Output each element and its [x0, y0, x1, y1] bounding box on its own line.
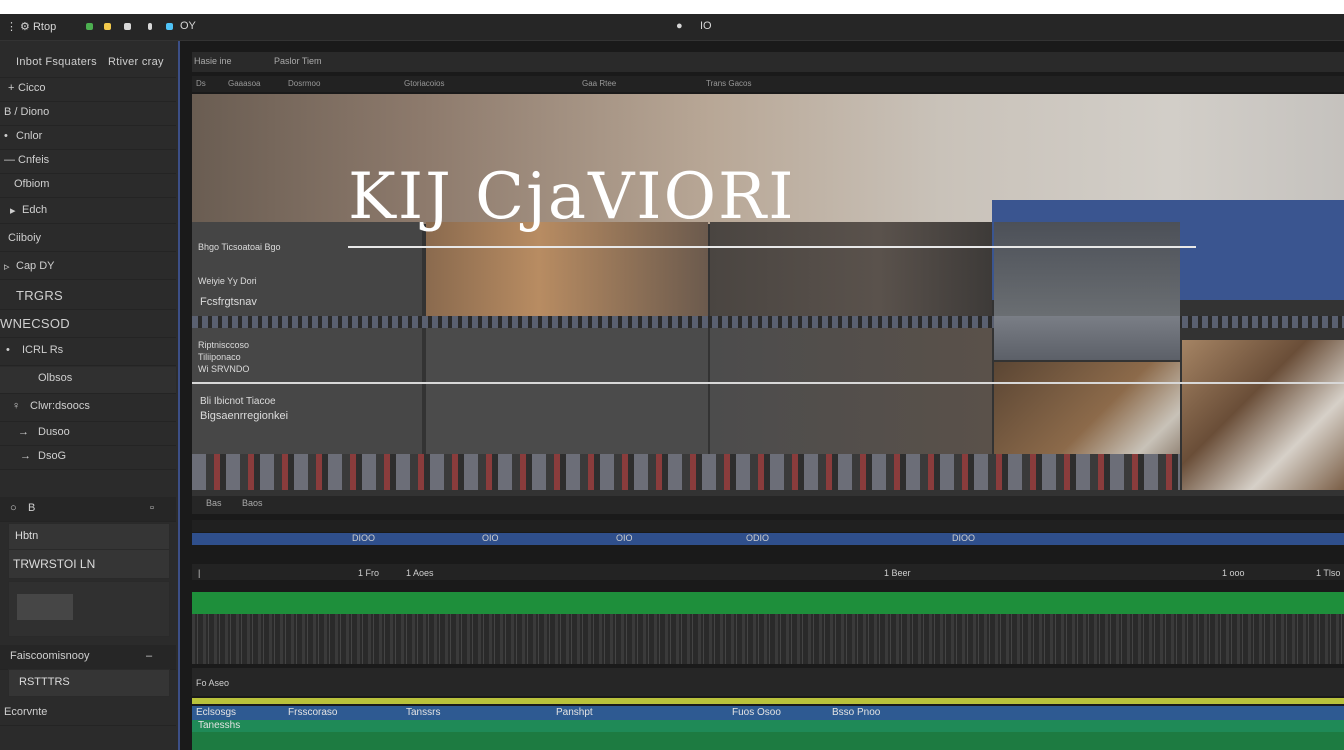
- audio-track[interactable]: [192, 592, 1344, 614]
- panel2-footer: Faiscoomisnooy –: [0, 645, 176, 670]
- ruler-marker: 1 Tlso: [1316, 568, 1341, 578]
- sidebar-item[interactable]: → DsoG: [0, 445, 176, 470]
- sub-tab[interactable]: Gtoriacoios: [404, 79, 444, 88]
- sub-tab[interactable]: Ds: [196, 79, 206, 88]
- lower-ruler-label: Fo Aseo: [196, 678, 230, 688]
- clip-meta: Bli Ibicnot Tiacoe: [200, 396, 276, 407]
- sidebar-item[interactable]: — Cnfeis: [0, 149, 176, 174]
- sidebar-item[interactable]: ▹ Cap DY: [0, 255, 176, 280]
- lane-track[interactable]: [192, 732, 1344, 750]
- track-marker: OIO: [482, 533, 499, 543]
- track-marker: OIO: [616, 533, 633, 543]
- clip-meta: Riptnisccoso: [198, 340, 250, 350]
- sidebar-item[interactable]: ▸ Edch: [0, 199, 176, 224]
- panel2-footer3[interactable]: Ecorvnte: [0, 701, 176, 726]
- viewer-tab[interactable]: Paslor Tiem: [274, 56, 322, 66]
- clip-meta: Weiyie Yy Dori: [198, 276, 257, 286]
- preview-thumbnail: [17, 594, 73, 620]
- video-track[interactable]: DIOO OIO OIO ODIO DIOO: [192, 533, 1344, 545]
- bar-icon[interactable]: [148, 23, 152, 30]
- square-icon[interactable]: ▫: [150, 502, 154, 514]
- title-right-label: IO: [700, 20, 712, 32]
- sidebar-item[interactable]: Ciiboiy: [0, 227, 176, 252]
- window-icon[interactable]: [124, 23, 131, 30]
- circle-icon[interactable]: ○: [10, 502, 17, 514]
- track-marker: DIOO: [952, 533, 976, 543]
- dash-icon[interactable]: –: [146, 650, 152, 662]
- timeline-ruler[interactable]: | 1 Fro 1 Aoes 1 Beer 1 ooo 1 Tlso: [192, 564, 1344, 580]
- sidebar-header-left: Inbot Fsquaters: [16, 56, 97, 68]
- status-dot-yellow-icon: [104, 23, 111, 30]
- clip-meta: Bhgo Ticsoatoai Bgo: [198, 242, 281, 252]
- title-track[interactable]: [192, 698, 1344, 704]
- viewer-subtabs: Ds Gaaasoa Dosrmoo Gtoriacoios Gaa Rtee …: [192, 76, 1344, 92]
- sidebar-header: Inbot Fsquaters Rtiver cray: [0, 51, 176, 78]
- clip-meta: Tiliiponaco: [198, 352, 241, 362]
- sub-tab[interactable]: Dosrmoo: [288, 79, 320, 88]
- sidebar-item[interactable]: • Cnlor: [0, 125, 176, 150]
- lane-track[interactable]: Tanesshs: [192, 720, 1344, 732]
- clip-thumbnail[interactable]: [994, 316, 1180, 360]
- system-menubar: [0, 0, 1344, 14]
- sidebar: Inbot Fsquaters Rtiver cray + Cicco B / …: [0, 41, 180, 750]
- app-titlebar: ⋮ ⚙ Rtop OY ● IO: [0, 14, 1344, 41]
- clip-meta: Fcsfrgtsnav: [200, 296, 257, 308]
- clip-thumbnail[interactable]: [994, 222, 1180, 316]
- overlay-title: KIJ CjaVIORI: [348, 160, 796, 234]
- sidebar-item[interactable]: • ICRL Rs: [0, 339, 176, 366]
- panel2-subtitle-block: TRWRSTOI LN: [8, 549, 170, 579]
- track-marker: DIOO: [352, 533, 376, 543]
- track-marker: ODIO: [746, 533, 770, 543]
- panel2-title-block: Hbtn: [8, 523, 170, 551]
- sidebar-section[interactable]: TRGRS: [0, 283, 176, 310]
- playhead-line[interactable]: [192, 382, 1344, 384]
- panel2-footer-block: RSTTTRS: [8, 669, 170, 697]
- sidebar-item[interactable]: B / Diono: [0, 101, 176, 126]
- sidebar-section[interactable]: WNECSOD: [0, 311, 176, 338]
- ruler-marker: 1 Beer: [884, 568, 911, 578]
- viewer-header: Hasie ine Paslor Tiem: [192, 52, 1344, 72]
- filmstrip: [192, 454, 1180, 490]
- video-viewer[interactable]: Bhgo Ticsoatoai Bgo Weiyie Yy Dori Fcsfr…: [192, 94, 1344, 496]
- ruler-marker: 1 ooo: [1222, 568, 1245, 578]
- sub-tab[interactable]: Gaaasoa: [228, 79, 260, 88]
- timeline-tab[interactable]: Baos: [242, 498, 263, 508]
- sidebar-item[interactable]: Olbsos: [0, 367, 176, 394]
- clip-thumbnail[interactable]: [710, 222, 992, 316]
- timeline-toolbar: Bas Baos: [192, 496, 1344, 514]
- clip-meta: Bigsaenrregionkei: [200, 410, 289, 422]
- app-menu[interactable]: ⋮ ⚙ Rtop: [6, 20, 56, 33]
- panel2-preview: [8, 581, 170, 637]
- sub-tab[interactable]: Trans Gacos: [706, 79, 752, 88]
- ruler-marker: 1 Fro: [358, 568, 380, 578]
- panel2-header: ○ B ▫: [0, 497, 176, 522]
- sidebar-item[interactable]: Ofbiom: [0, 173, 176, 198]
- ruler-marker: 1 Aoes: [406, 568, 434, 578]
- lane-track[interactable]: Eclsosgs Frsscoraso Tanssrs Panshpt Fuos…: [192, 706, 1344, 720]
- clip-thumbnail[interactable]: [426, 328, 708, 454]
- title-mid-label: OY: [180, 20, 196, 32]
- status-dot-green-icon: [86, 23, 93, 30]
- timeline-lower-ruler[interactable]: Fo Aseo: [192, 668, 1344, 696]
- timeline-ruler[interactable]: [192, 520, 1344, 532]
- sidebar-header-right: Rtiver cray: [108, 56, 164, 68]
- sidebar-item[interactable]: + Cicco: [0, 77, 176, 102]
- timeline-tab[interactable]: Bas: [206, 498, 222, 508]
- record-icon[interactable]: ●: [676, 20, 683, 32]
- clip-meta: Wi SRVNDO: [198, 364, 250, 374]
- audio-waveform[interactable]: [192, 614, 1344, 664]
- cloud-icon[interactable]: [166, 23, 173, 30]
- clip-thumbnail[interactable]: [710, 328, 992, 454]
- sub-tab[interactable]: Gaa Rtee: [582, 79, 616, 88]
- sidebar-item[interactable]: → Dusoo: [0, 421, 176, 446]
- viewer-tab[interactable]: Hasie ine: [194, 56, 232, 66]
- clip-thumbnail[interactable]: [426, 222, 708, 316]
- sidebar-item[interactable]: ♀ Clwr:dsoocs: [0, 395, 176, 422]
- clip-thumbnail[interactable]: [1182, 340, 1344, 490]
- title-underline: [348, 246, 1196, 248]
